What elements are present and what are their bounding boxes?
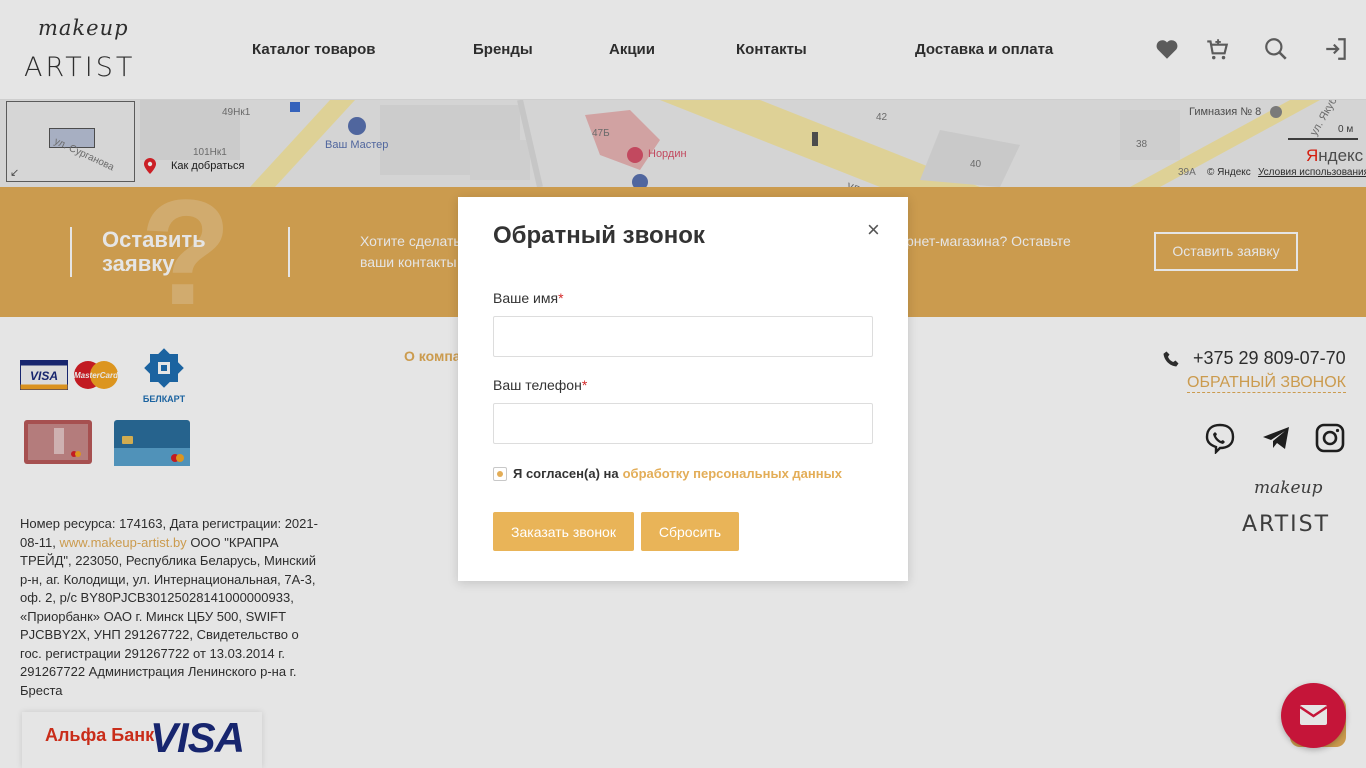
name-label-text: Ваше имя <box>493 290 559 306</box>
callback-modal: Обратный звонок × Ваше имя* Ваш телефон*… <box>458 197 908 581</box>
phone-input[interactable] <box>493 403 873 444</box>
name-required-mark: * <box>558 290 564 306</box>
modal-title: Обратный звонок <box>493 222 705 249</box>
consent-checkbox[interactable] <box>493 466 507 481</box>
phone-required-mark: * <box>581 377 588 393</box>
consent-row: Я согласен(а) на обработку персональных … <box>493 466 842 481</box>
name-input[interactable] <box>493 316 873 357</box>
phone-label-text: Ваш телефон <box>493 377 582 393</box>
reset-button[interactable]: Сбросить <box>641 512 739 551</box>
checkbox-checked-icon <box>497 470 503 477</box>
submit-callback-button[interactable]: Заказать звонок <box>493 512 634 551</box>
phone-label: Ваш телефон* <box>493 377 587 393</box>
close-icon[interactable]: × <box>867 219 880 241</box>
privacy-policy-link[interactable]: обработку персональных данных <box>623 466 842 481</box>
name-label: Ваше имя* <box>493 290 564 306</box>
consent-text: Я согласен(а) на <box>513 466 619 481</box>
